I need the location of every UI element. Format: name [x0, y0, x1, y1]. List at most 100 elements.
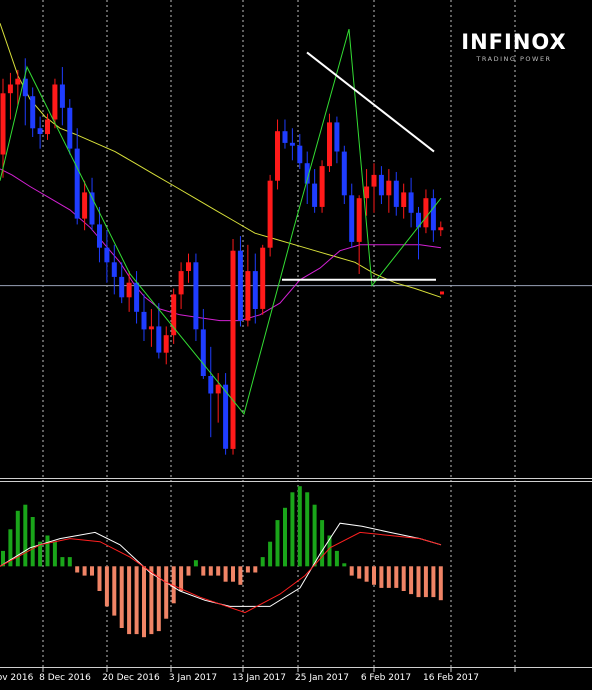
- histogram-bar: [208, 566, 213, 576]
- histogram-bar: [409, 566, 414, 595]
- histogram-bar: [349, 566, 354, 576]
- candle-body: [37, 128, 43, 134]
- histogram-bar: [134, 566, 139, 635]
- histogram-bar: [334, 550, 339, 567]
- histogram-bar: [52, 541, 57, 567]
- candle-body: [0, 93, 6, 155]
- candle-body: [104, 247, 110, 263]
- candle-body: [141, 311, 147, 330]
- histogram-bar: [312, 504, 317, 567]
- candle-body: [267, 180, 273, 248]
- histogram-bar: [75, 566, 80, 573]
- candle-body: [245, 271, 251, 321]
- candle-body: [52, 84, 58, 120]
- x-tick-label: 25 Jan 2017: [295, 673, 349, 683]
- candle-body: [386, 180, 392, 196]
- histogram-bar: [45, 535, 50, 567]
- histogram-bar: [179, 566, 184, 591]
- histogram-bar: [82, 566, 87, 576]
- histogram-bar: [283, 507, 287, 567]
- candle-body: [82, 192, 88, 219]
- candle-body: [215, 384, 221, 394]
- candle-body: [401, 192, 407, 207]
- histogram-bar: [275, 520, 280, 567]
- candle-body: [327, 122, 332, 167]
- histogram-bar: [320, 520, 325, 567]
- candle-body: [349, 195, 355, 242]
- histogram-bar: [245, 566, 250, 573]
- macd-histogram: [1, 486, 443, 638]
- x-axis-labels: ov 2016 8 Dec 2016 20 Dec 2016 3 Jan 2017 13…: [0, 668, 516, 683]
- x-tick-label: 13 Jan 2017: [232, 673, 286, 683]
- candle-body: [163, 335, 169, 353]
- histogram-bar: [67, 557, 72, 567]
- candle-body: [148, 326, 154, 330]
- histogram-bar: [23, 504, 28, 567]
- candle-body: [356, 198, 362, 242]
- histogram-bar: [112, 566, 117, 616]
- candle-body: [97, 224, 102, 248]
- candle-body: [312, 183, 318, 207]
- candle-body: [260, 247, 266, 309]
- histogram-bar: [364, 566, 369, 582]
- candle-body: [67, 107, 73, 149]
- candle-body: [230, 250, 236, 449]
- histogram-bar: [164, 566, 169, 619]
- histogram-bar: [193, 560, 198, 567]
- histogram-bar: [97, 566, 102, 591]
- candle-body: [275, 131, 280, 181]
- histogram-bar: [149, 566, 154, 635]
- candle-body: [178, 271, 184, 295]
- histogram-bar: [260, 557, 265, 567]
- candle-body: [341, 151, 347, 196]
- histogram-bar: [30, 517, 35, 567]
- histogram-bar: [186, 566, 191, 576]
- histogram-bar: [401, 566, 406, 591]
- candle-body: [7, 84, 13, 94]
- candle-body: [371, 174, 377, 187]
- histogram-bar: [142, 566, 146, 638]
- candles: [0, 58, 444, 455]
- last-price-marker: [440, 291, 444, 295]
- candle-body: [289, 142, 295, 146]
- candle-body: [15, 78, 21, 85]
- x-tick-label: 20 Dec 2016: [102, 673, 160, 683]
- histogram-bar: [253, 566, 258, 573]
- candle-body: [193, 262, 199, 330]
- candle-body: [252, 271, 258, 309]
- histogram-bar: [342, 563, 347, 567]
- histogram-bar: [201, 566, 206, 576]
- histogram-bar: [379, 566, 384, 588]
- histogram-bar: [416, 566, 421, 598]
- candle-body: [319, 166, 325, 207]
- histogram-bar: [216, 566, 221, 576]
- histogram-bar: [119, 566, 124, 628]
- candle-body: [438, 227, 444, 231]
- price-chart: ov 2016 8 Dec 2016 20 Dec 2016 3 Jan 2017 13…: [0, 0, 592, 683]
- candle-body: [393, 180, 399, 207]
- candle-body: [30, 96, 36, 129]
- x-tick-label: 8 Dec 2016: [39, 673, 91, 683]
- histogram-bar: [357, 566, 362, 579]
- candle-body: [111, 262, 117, 277]
- histogram-bar: [438, 566, 443, 601]
- histogram-bar: [305, 492, 310, 567]
- candle-body: [237, 250, 243, 321]
- ma-slow-line: [0, 23, 442, 298]
- histogram-bar: [60, 557, 65, 567]
- candle-body: [45, 119, 50, 135]
- histogram-bar: [268, 541, 273, 567]
- macd-line: [0, 522, 442, 607]
- histogram-bar: [394, 566, 399, 588]
- x-tick-label: 16 Feb 2017: [423, 673, 479, 683]
- histogram-bar: [290, 492, 295, 567]
- zigzag-line: [0, 28, 442, 415]
- candle-body: [126, 282, 132, 298]
- trendline: [306, 51, 435, 153]
- candle-body: [297, 145, 303, 164]
- brand-tagline: TRADING POWER: [476, 55, 552, 63]
- histogram-bar: [297, 486, 302, 567]
- histogram-bar: [127, 566, 132, 635]
- histogram-bar: [431, 566, 436, 598]
- candle-body: [119, 276, 125, 298]
